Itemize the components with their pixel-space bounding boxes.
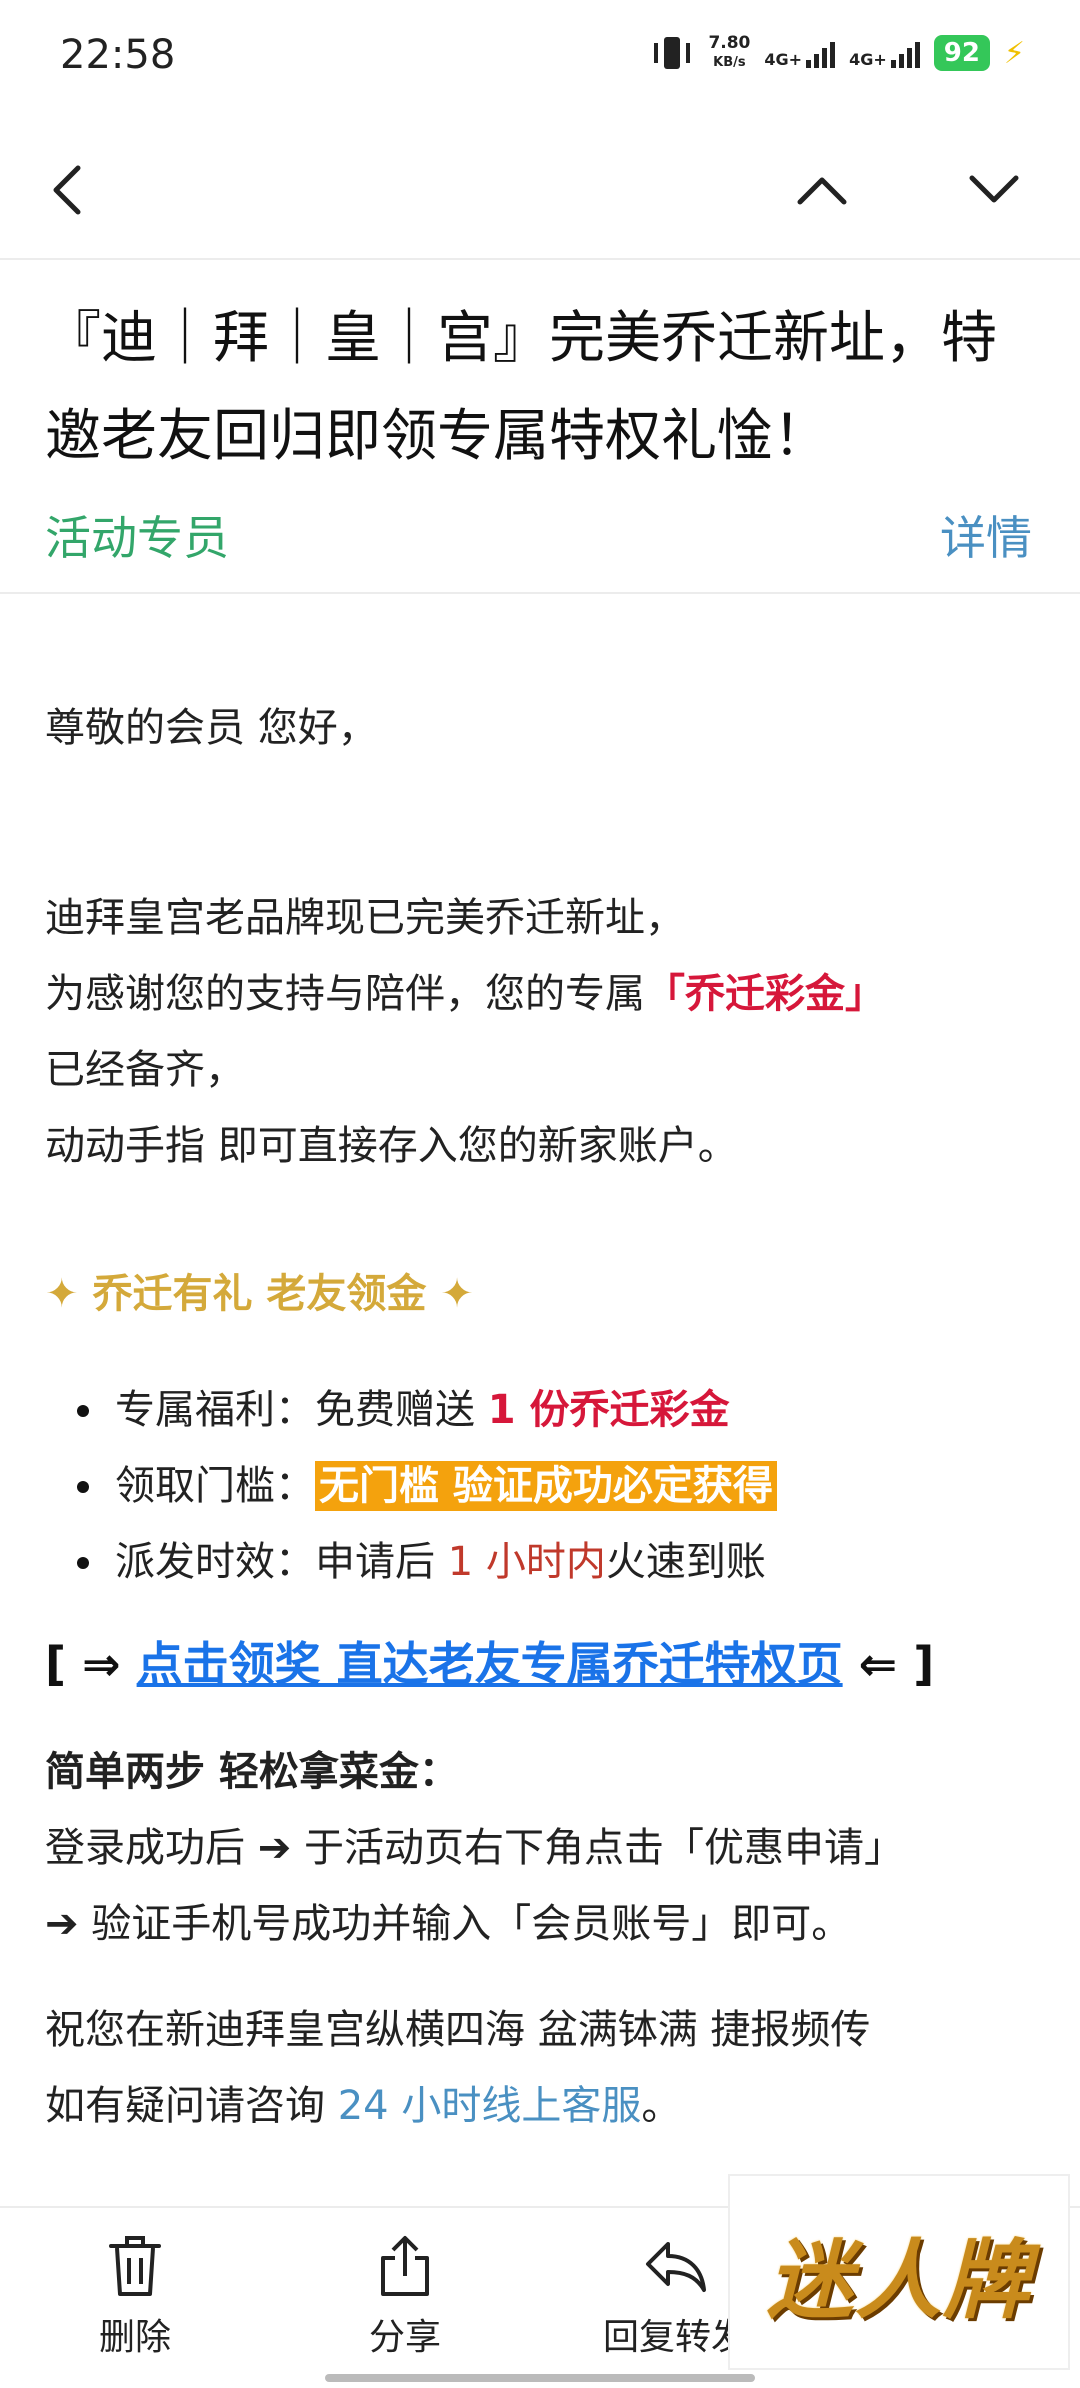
status-icons: 7.80 KB/s 4G+ 4G+ 92 ⚡	[650, 34, 1025, 72]
steps-title: 简单两步 轻松拿菜金：	[45, 1749, 459, 1795]
charging-icon: ⚡	[1003, 35, 1025, 71]
list-item: 派发时效：申请后 1 小时内火速到账	[77, 1524, 1045, 1600]
chevron-down-icon	[969, 175, 1019, 203]
network-speed: 7.80 KB/s	[708, 33, 751, 71]
body-line: 迪拜皇宫老品牌现已完美乔迁新址，	[45, 895, 685, 941]
claim-cta: [ ⇒ 点击领奖 直达老友专属乔迁特权页 ⇐ ]	[45, 1637, 935, 1691]
help-line: 如有疑问请咨询 24 小时线上客服。	[45, 2083, 682, 2129]
chevron-up-icon	[797, 177, 847, 205]
body-line: 为感谢您的支持与陪伴，您的专属「乔迁彩金」	[45, 971, 885, 1017]
status-time: 22:58	[60, 32, 176, 78]
next-mail-button[interactable]	[954, 150, 1034, 230]
closing-line: 祝您在新迪拜皇宫纵横四海 盆满钵满 捷报频传	[45, 2007, 871, 2053]
signal-1: 4G+	[764, 38, 836, 68]
mail-body: 尊敬的会员 您好， 迪拜皇宫老品牌现已完美乔迁新址， 为感谢您的支持与陪伴，您的…	[45, 690, 1045, 2144]
delete-label: 删除	[98, 2317, 171, 2358]
bonus-highlight: 「乔迁彩金」	[645, 971, 885, 1017]
greeting: 尊敬的会员 您好，	[45, 705, 378, 751]
previous-mail-button[interactable]	[782, 150, 862, 230]
watermark-logo: 迷人牌	[728, 2174, 1070, 2370]
back-button[interactable]	[28, 150, 108, 230]
step-1: 登录成功后 ➔ 于活动页右下角点击「优惠申请」	[45, 1825, 904, 1871]
sender-name[interactable]: 活动专员	[45, 502, 229, 568]
vibrate-icon	[654, 37, 691, 69]
mail-subject: 『迪｜拜｜皇｜宫』完美乔迁新址，特邀老友回归即领专属特权礼惍！	[45, 306, 997, 469]
list-item: 领取门槛： 无门槛 验证成功必定获得	[77, 1448, 1045, 1524]
signal-2: 4G+	[849, 38, 920, 68]
section-title: ✦ 乔迁有礼 老友领金 ✦	[45, 1271, 474, 1317]
benefits-list: 专属福利：免费赠送 1 份乔迁彩金 领取门槛： 无门槛 验证成功必定获得 派发时效…	[77, 1372, 1045, 1600]
mail-nav-bar	[0, 110, 1080, 260]
body-line: 动动手指 即可直接存入您的新家账户。	[45, 1123, 738, 1169]
support-link[interactable]: 24 小时线上客服	[338, 2083, 642, 2129]
share-label: 分享	[368, 2317, 441, 2358]
claim-link[interactable]: 点击领奖 直达老友专属乔迁特权页	[137, 1637, 843, 1691]
trash-icon	[109, 2236, 161, 2296]
body-line: 已经备齐，	[45, 1047, 245, 1093]
battery-indicator: 92	[933, 35, 990, 71]
signal-bars-icon	[890, 38, 920, 68]
list-item: 专属福利：免费赠送 1 份乔迁彩金	[77, 1372, 1045, 1448]
header-divider	[0, 592, 1080, 594]
step-2: ➔ 验证手机号成功并输入「会员账号」即可。	[45, 1901, 852, 1947]
delete-button[interactable]: 删除	[35, 2234, 235, 2360]
home-indicator[interactable]	[325, 2374, 755, 2382]
share-icon	[381, 2236, 429, 2296]
share-button[interactable]: 分享	[305, 2234, 505, 2360]
signal-bars-icon	[806, 38, 836, 68]
details-link[interactable]: 详情	[940, 502, 1032, 568]
chevron-left-icon	[53, 165, 81, 215]
status-bar: 22:58 7.80 KB/s 4G+ 4G+ 92 ⚡	[0, 0, 1080, 110]
reply-icon	[646, 2242, 706, 2292]
